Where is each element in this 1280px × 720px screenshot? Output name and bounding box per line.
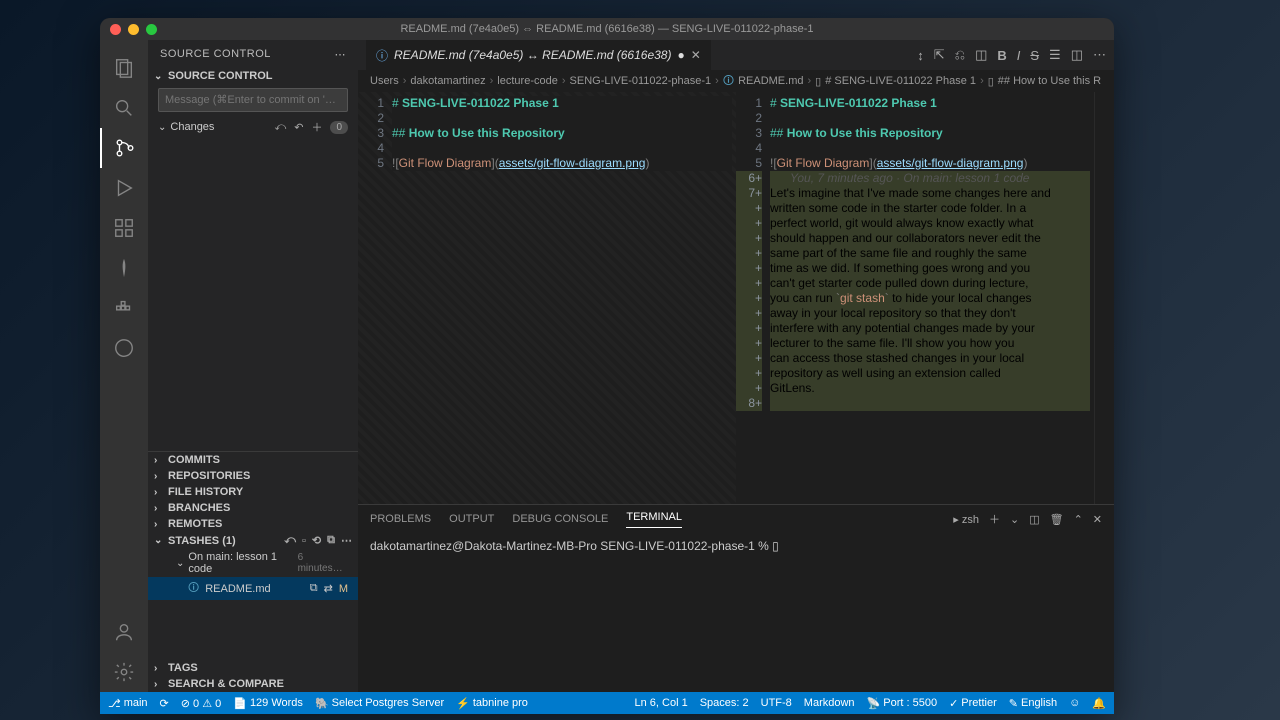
tab-debug-console[interactable]: DEBUG CONSOLE [512, 513, 608, 525]
terminal-dropdown-icon[interactable]: ⌄ [1010, 513, 1019, 526]
more-actions-icon[interactable]: ⋯ [1093, 47, 1106, 63]
titlebar: README.md (7e4a0e5) ⇔ README.md (6616e38… [100, 18, 1114, 40]
tab-terminal[interactable]: TERMINAL [626, 511, 682, 528]
section-tags[interactable]: ›TAGS [148, 660, 358, 676]
split-terminal-icon[interactable]: ◫ [1029, 513, 1039, 526]
section-search-compare[interactable]: ›SEARCH & COMPARE [148, 676, 358, 692]
compare-icon[interactable]: ⇄ [324, 582, 333, 595]
section-commits[interactable]: ›COMMITS [148, 452, 358, 468]
terminal-prompt: dakotamartinez@Dakota-Martinez-MB-Pro SE… [370, 539, 779, 553]
status-sync[interactable]: ⟳ [160, 697, 169, 710]
source-control-icon[interactable] [100, 128, 148, 168]
kill-terminal-icon[interactable]: 🗑 [1050, 513, 1064, 526]
status-branch[interactable]: ⎇ main [108, 697, 148, 710]
diff-editor[interactable]: 12345 # SENG-LIVE-011022 Phase 1 ## How … [358, 92, 1114, 504]
minimize-window-icon[interactable] [128, 24, 139, 35]
maximize-panel-icon[interactable]: ⌃ [1074, 513, 1083, 526]
close-panel-icon[interactable]: ✕ [1093, 513, 1102, 526]
info-icon: ⓘ [376, 47, 388, 64]
split-icon[interactable]: ◫ [1071, 47, 1083, 63]
tab-readme-diff[interactable]: ⓘ README.md (7e4a0e5) ↔ README.md (6616e… [366, 40, 711, 70]
stash-file-readme[interactable]: 🛈README.md ⧉ ⇄ M [148, 577, 358, 600]
status-port[interactable]: 📡 Port : 5500 [867, 697, 938, 710]
github-icon[interactable] [100, 328, 148, 368]
list-icon[interactable]: ☰ [1049, 47, 1061, 63]
status-words[interactable]: 📄 129 Words [233, 697, 303, 710]
terminal-shell-label[interactable]: ▸ zsh [953, 513, 979, 526]
activity-bar [100, 40, 148, 692]
changes-count: 0 [330, 121, 348, 134]
status-lang[interactable]: Markdown [804, 697, 855, 709]
strike-icon[interactable]: S [1030, 48, 1039, 63]
terminal-body[interactable]: dakotamartinez@Dakota-Martinez-MB-Pro SE… [358, 533, 1114, 692]
open-file-icon[interactable]: ⇱ [934, 47, 945, 63]
stash-refresh-icon[interactable]: ⟲ [312, 534, 321, 547]
open-file-icon[interactable]: ⧉ [310, 582, 318, 595]
tab-problems[interactable]: PROBLEMS [370, 513, 431, 525]
italic-icon[interactable]: I [1017, 48, 1021, 63]
prev-change-icon[interactable]: ↕ [917, 48, 924, 63]
status-feedback-icon[interactable]: ☺ [1069, 697, 1080, 709]
account-icon[interactable] [100, 612, 148, 652]
section-branches[interactable]: ›BRANCHES [148, 500, 358, 516]
section-repositories[interactable]: ›REPOSITORIES [148, 468, 358, 484]
status-problems[interactable]: ⊘ 0 ⚠ 0 [181, 697, 221, 710]
search-icon[interactable] [100, 88, 148, 128]
stash-all-icon[interactable]: ⤺ [284, 534, 296, 547]
extensions-icon[interactable] [100, 208, 148, 248]
stash-copy-icon[interactable]: ⧉ [327, 534, 335, 547]
diff-original-pane[interactable]: 12345 # SENG-LIVE-011022 Phase 1 ## How … [358, 92, 736, 504]
status-bar: ⎇ main ⟳ ⊘ 0 ⚠ 0 📄 129 Words 🐘 Select Po… [100, 692, 1114, 714]
status-cursor[interactable]: Ln 6, Col 1 [635, 697, 688, 709]
commit-message-input[interactable] [158, 88, 348, 112]
section-source-control[interactable]: ⌄SOURCE CONTROL [148, 68, 358, 84]
tab-output[interactable]: OUTPUT [449, 513, 494, 525]
close-window-icon[interactable] [110, 24, 121, 35]
status-postgres[interactable]: 🐘 Select Postgres Server [315, 697, 444, 710]
stash-entry[interactable]: ⌄ On main: lesson 1 code 6 minutes… [148, 549, 358, 577]
maximize-window-icon[interactable] [146, 24, 157, 35]
tab-dirty-icon: ● [677, 48, 684, 62]
section-stashes[interactable]: ⌄STASHES (1) ⤺ ▫ ⟲ ⧉ ⋯ [148, 532, 358, 549]
sidebar-title: SOURCE CONTROL [160, 48, 271, 60]
editor-group: ⓘ README.md (7e4a0e5) ↔ README.md (6616e… [358, 40, 1114, 692]
changes-label[interactable]: Changes [170, 121, 214, 133]
discard-icon[interactable]: ↶ [294, 121, 303, 134]
vscode-window: README.md (7e4a0e5) ⇔ README.md (6616e38… [100, 18, 1114, 714]
run-debug-icon[interactable] [100, 168, 148, 208]
status-spaces[interactable]: Spaces: 2 [700, 697, 749, 709]
minimap[interactable] [1094, 92, 1114, 504]
tab-close-icon[interactable]: ✕ [691, 48, 701, 62]
diff-modified-pane[interactable]: 123456+7++++++++++++++8+ # SENG-LIVE-011… [736, 92, 1114, 504]
explorer-icon[interactable] [100, 48, 148, 88]
sidebar-more-icon[interactable]: ⋯ [335, 48, 347, 61]
status-encoding[interactable]: UTF-8 [761, 697, 792, 709]
diff-view-icon[interactable]: ◫ [975, 47, 987, 63]
tab-bar: ⓘ README.md (7e4a0e5) ↔ README.md (6616e… [358, 40, 1114, 70]
stash-changes-icon[interactable]: ⤺ [274, 121, 286, 134]
window-title: README.md (7e4a0e5) ⇔ README.md (6616e38… [400, 23, 813, 35]
section-remotes[interactable]: ›REMOTES [148, 516, 358, 532]
stage-all-icon[interactable]: ＋ [311, 119, 322, 135]
sidebar: SOURCE CONTROL ⋯ ⌄SOURCE CONTROL ⌄Change… [148, 40, 358, 692]
panel: PROBLEMS OUTPUT DEBUG CONSOLE TERMINAL ▸… [358, 504, 1114, 692]
status-prettier[interactable]: ✓ Prettier [949, 697, 997, 710]
section-file-history[interactable]: ›FILE HISTORY [148, 484, 358, 500]
mongodb-icon[interactable] [100, 248, 148, 288]
breadcrumb[interactable]: Users› dakotamartinez› lecture-code› SEN… [358, 70, 1114, 92]
bold-icon[interactable]: B [997, 48, 1006, 63]
stash-apply-icon[interactable]: ▫ [302, 535, 306, 547]
status-tabnine[interactable]: ⚡ tabnine pro [456, 697, 528, 710]
docker-icon[interactable] [100, 288, 148, 328]
settings-gear-icon[interactable] [100, 652, 148, 692]
revert-icon[interactable]: ⎌ [955, 47, 965, 63]
modified-badge: M [339, 583, 348, 595]
status-spell[interactable]: ✎ English [1009, 697, 1057, 710]
status-bell-icon[interactable]: 🔔 [1092, 697, 1106, 710]
new-terminal-icon[interactable]: ＋ [989, 511, 1000, 527]
stash-more-icon[interactable]: ⋯ [341, 534, 352, 547]
